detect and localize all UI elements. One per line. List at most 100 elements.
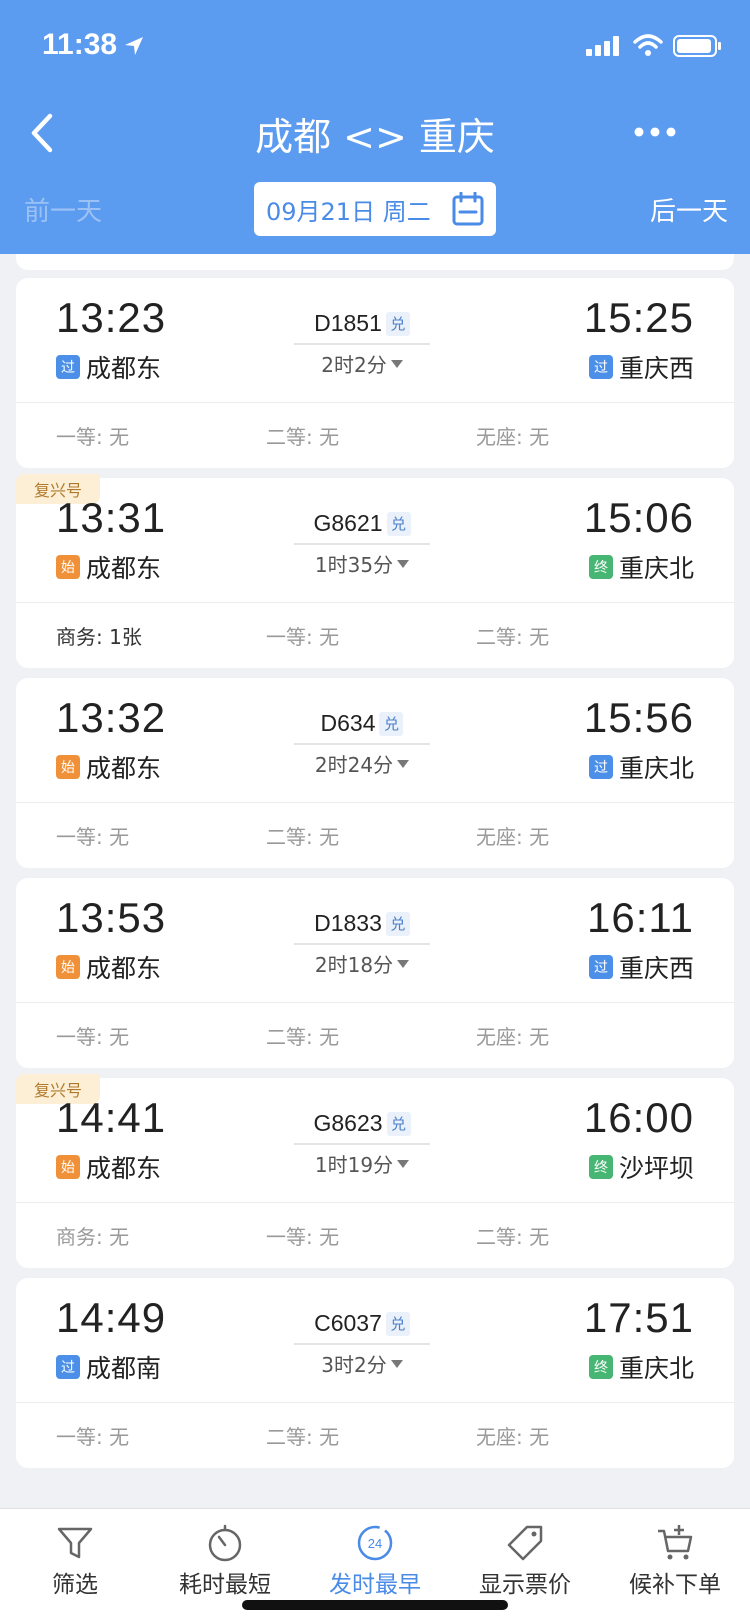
arrival-station: 过重庆北	[588, 749, 694, 785]
station-type-tag: 始	[56, 755, 80, 779]
train-number: D634 兑	[321, 710, 404, 737]
trip-duration[interactable]: 3时2分	[321, 1349, 403, 1378]
departure-station: 始成都东	[56, 549, 161, 585]
train-card[interactable]: 13:53 始成都东 D1833 兑 2时18分 16:11 过重庆西 一等: 无 二等: 无 无…	[16, 878, 734, 1068]
clock-24-text: 24	[368, 1536, 382, 1551]
seat-availability: 一等: 无	[56, 1425, 130, 1449]
tab-shortest[interactable]: 耗时最短	[150, 1509, 300, 1609]
station-type-tag: 过	[56, 355, 80, 379]
header: 11:38 成都 <> 重庆 前一天 09月21日 周二 后一天	[0, 0, 750, 254]
trip-duration[interactable]: 2时24分	[314, 749, 410, 778]
card-divider	[16, 602, 734, 603]
departure-station: 始成都东	[56, 749, 161, 785]
caret-down-icon	[397, 1159, 410, 1168]
station-type-tag: 过	[588, 355, 613, 379]
cart-add-icon	[658, 1525, 693, 1560]
duration-text: 2时24分	[314, 753, 394, 777]
train-info[interactable]: D634 兑 2时24分	[294, 710, 430, 778]
filter-icon	[57, 1527, 93, 1559]
tab-label: 显示票价	[479, 1572, 571, 1598]
trip-duration[interactable]: 2时2分	[321, 349, 403, 378]
arrival-station: 终沙坪坝	[588, 1149, 694, 1185]
prev-day-button[interactable]: 前一天	[24, 191, 102, 228]
train-card[interactable]: 13:32 始成都东 D634 兑 2时24分 15:56 过重庆北 一等: 无 二等: 无 无座…	[16, 678, 734, 868]
train-number: D1833 兑	[314, 910, 410, 937]
train-number-text: C6037	[314, 1310, 382, 1336]
tab-label: 筛选	[52, 1572, 98, 1598]
caret-down-icon	[397, 959, 410, 968]
arrival-station: 终重庆北	[588, 1349, 694, 1385]
train-number: D1851 兑	[314, 310, 410, 337]
seat-availability: 二等: 无	[266, 825, 340, 849]
station-name: 重庆西	[618, 354, 694, 383]
station-name: 成都东	[86, 554, 162, 583]
tab-show-price[interactable]: 显示票价	[450, 1509, 600, 1609]
station-type-tag: 过	[56, 1355, 80, 1379]
train-info[interactable]: G8621 兑 1时35分	[294, 510, 430, 578]
train-number-text: D1851	[314, 310, 382, 336]
card-divider	[16, 1402, 734, 1403]
status-time: 11:38	[42, 28, 118, 61]
arrival-time: 17:51	[583, 1294, 694, 1341]
station-name: 成都南	[86, 1354, 162, 1383]
station-name: 成都东	[86, 1154, 162, 1183]
home-indicator	[242, 1600, 508, 1610]
departure-station: 始成都东	[56, 1149, 161, 1185]
station-type-tag: 终	[588, 555, 613, 579]
train-card[interactable]: 复兴号 13:31 始成都东 G8621 兑 1时35分 15:06 终重庆北 商务: 1张 一等…	[16, 474, 734, 668]
next-day-button[interactable]: 后一天	[650, 191, 728, 228]
train-info[interactable]: D1851 兑 2时2分	[294, 310, 430, 378]
station-name: 成都东	[86, 354, 162, 383]
arrival-time: 15:25	[583, 294, 694, 341]
station-type-tag: 终	[588, 1155, 613, 1179]
train-divider	[294, 543, 430, 545]
seat-availability: 无座: 无	[476, 825, 550, 849]
train-card[interactable]: 14:49 过成都南 C6037 兑 3时2分 17:51 终重庆北 一等: 无 二等: 无 无座…	[16, 1278, 734, 1468]
train-info[interactable]: D1833 兑 2时18分	[294, 910, 430, 978]
train-card[interactable]: 13:23 过成都东 D1851 兑 2时2分 15:25 过重庆西 一等: 无二等: 无无座…	[16, 278, 734, 468]
trip-duration[interactable]: 1时19分	[315, 1149, 410, 1178]
station-name: 成都东	[86, 754, 162, 783]
tab-waitlist[interactable]: 候补下单	[600, 1509, 750, 1609]
seat-availability: 商务: 无	[56, 1225, 130, 1249]
trip-duration[interactable]: 1时35分	[315, 549, 410, 578]
tab-label: 耗时最短	[179, 1572, 271, 1598]
seat-availability: 一等: 无	[56, 425, 130, 449]
station-name: 重庆北	[618, 554, 694, 583]
card-divider	[16, 802, 734, 803]
date-picker[interactable]: 09月21日 周二	[254, 182, 496, 236]
tab-filter[interactable]: 筛选	[0, 1509, 150, 1609]
train-number-text: D1833	[314, 910, 382, 936]
seat-availability: 无座: 无	[476, 425, 550, 449]
station-name: 成都东	[86, 954, 162, 983]
date-label: 09月21日 周二	[266, 197, 431, 226]
seat-availability: 无座: 无	[476, 1425, 550, 1449]
seat-availability: 一等: 无	[56, 825, 130, 849]
arrival-time: 16:00	[583, 1094, 694, 1141]
caret-down-icon	[397, 759, 410, 768]
train-number: G8621 兑	[313, 510, 411, 537]
train-info[interactable]: G8623 兑 1时19分	[294, 1110, 430, 1178]
duration-text: 2时18分	[314, 953, 394, 977]
train-card[interactable]: 复兴号 14:41 始成都东 G8623 兑 1时19分 16:00 终沙坪坝 商务: 无一等:…	[16, 1074, 734, 1268]
caret-down-icon	[397, 559, 410, 568]
cellular-signal-icon	[586, 36, 619, 56]
train-number-text: D634	[320, 710, 376, 736]
seat-availability: 一等: 无	[266, 625, 340, 649]
trip-duration[interactable]: 2时18分	[314, 949, 410, 978]
station-name: 重庆北	[618, 1354, 694, 1383]
departure-time: 13:53	[56, 894, 167, 941]
tab-earliest[interactable]: 24 发时最早	[300, 1509, 450, 1609]
previous-card-edge	[16, 254, 734, 270]
duration-text: 2时2分	[321, 353, 387, 377]
train-number: G8623 兑	[313, 1110, 411, 1137]
train-divider	[294, 1143, 430, 1145]
departure-station: 始成都东	[56, 949, 161, 985]
seat-availability: 无座: 无	[476, 1025, 550, 1049]
arrival-time: 15:56	[583, 694, 694, 741]
exchange-tag: 兑	[386, 1111, 411, 1136]
more-options-icon[interactable]	[633, 126, 677, 138]
location-arrow-icon	[125, 37, 143, 55]
train-info[interactable]: C6037 兑 3时2分	[294, 1310, 430, 1378]
price-tag-icon	[507, 1525, 543, 1561]
